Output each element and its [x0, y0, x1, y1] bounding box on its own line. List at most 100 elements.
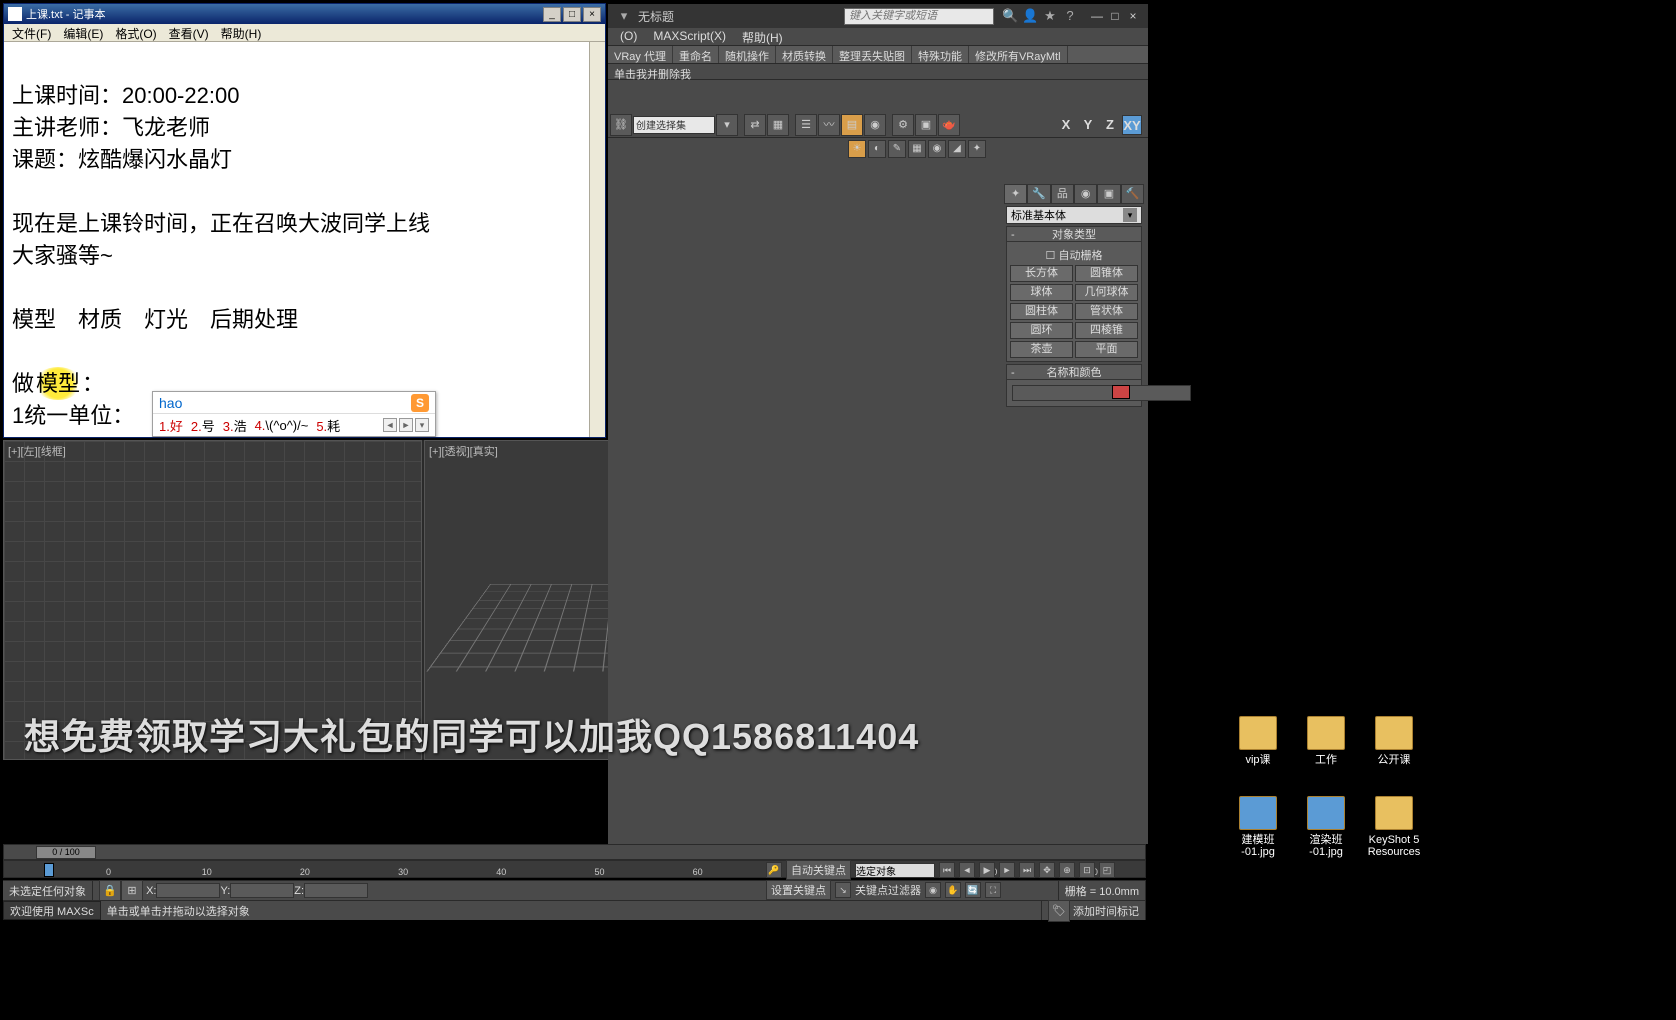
render-frame-icon[interactable]: ▣ [915, 114, 937, 136]
autokey-button[interactable]: 自动关键点 [786, 860, 851, 880]
desktop-folder[interactable]: KeyShot 5 Resources [1362, 796, 1426, 858]
obj-sphere-button[interactable]: 球体 [1010, 284, 1073, 301]
create-tab-icon[interactable]: ✦ [1004, 184, 1027, 204]
render-icon[interactable]: 🫖 [938, 114, 960, 136]
scrollbar-vertical[interactable] [589, 42, 605, 437]
obj-geosphere-button[interactable]: 几何球体 [1075, 284, 1138, 301]
nav-icon[interactable]: ⛶ [985, 882, 1001, 898]
obj-cylinder-button[interactable]: 圆柱体 [1010, 303, 1073, 320]
ime-prev-icon[interactable]: ◄ [383, 418, 397, 432]
minimize-button[interactable]: _ [543, 7, 561, 22]
menu-item[interactable]: MAXScript(X) [645, 28, 734, 45]
tab-item[interactable]: 材质转换 [776, 46, 833, 63]
tool-icon[interactable]: ◐ [868, 140, 886, 158]
obj-box-button[interactable]: 长方体 [1010, 265, 1073, 282]
nav-icon[interactable]: ✥ [1039, 862, 1055, 878]
lock-icon[interactable]: 🔒 [99, 880, 121, 902]
ime-menu-icon[interactable]: ▾ [415, 418, 429, 432]
signin-icon[interactable]: 👤 [1022, 8, 1038, 24]
display-tab-icon[interactable]: ▣ [1097, 184, 1120, 204]
layers-icon[interactable]: ☰ [795, 114, 817, 136]
trackbar-key[interactable] [44, 863, 54, 877]
key-icon[interactable]: 🔑 [766, 862, 782, 878]
ime-candidate[interactable]: 1.好 [159, 416, 183, 435]
nav-icon[interactable]: ⊡ [1079, 862, 1095, 878]
utilities-tab-icon[interactable]: 🔨 [1121, 184, 1144, 204]
axis-z[interactable]: Z [1100, 115, 1120, 135]
goto-end-icon[interactable]: ⏭ [1019, 862, 1035, 878]
tag-icon[interactable]: 🏷 [1048, 900, 1070, 922]
nav-icon[interactable]: ◉ [925, 882, 941, 898]
curve-editor-icon[interactable]: 〰 [818, 114, 840, 136]
nav-icon[interactable]: ✋ [945, 882, 961, 898]
keyfilter-button[interactable]: 关键点过滤器 [855, 882, 921, 898]
time-slider[interactable]: 0 / 100 [3, 844, 1146, 860]
menu-edit[interactable]: 编辑(E) [57, 24, 109, 41]
align-icon[interactable]: ▦ [767, 114, 789, 136]
ime-next-icon[interactable]: ► [399, 418, 413, 432]
abs-icon[interactable]: ⊞ [121, 880, 143, 902]
menu-view[interactable]: 查看(V) [163, 24, 215, 41]
tab-item[interactable]: 整理丢失贴图 [833, 46, 912, 63]
minimize-button[interactable]: — [1088, 9, 1106, 24]
tool-icon[interactable]: ▦ [908, 140, 926, 158]
obj-teapot-button[interactable]: 茶壶 [1010, 341, 1073, 358]
prev-frame-icon[interactable]: ◄ [959, 862, 975, 878]
viewport-label[interactable]: [+][左][线框] [8, 443, 66, 459]
axis-y[interactable]: Y [1078, 115, 1098, 135]
tab-item[interactable]: VRay 代理 [608, 46, 673, 63]
nav-icon[interactable]: ◰ [1099, 862, 1115, 878]
rollout-header[interactable]: 名称和颜色 [1006, 364, 1142, 380]
ime-candidate[interactable]: 4.\(^o^)/~ [255, 418, 309, 433]
object-name-input[interactable] [1012, 385, 1191, 401]
link-icon[interactable]: ⛓ [610, 114, 632, 136]
search-icon[interactable]: 🔍 [1002, 8, 1018, 24]
obj-plane-button[interactable]: 平面 [1075, 341, 1138, 358]
category-dropdown[interactable]: 标准基本体 ▾ [1006, 206, 1142, 224]
light-icon[interactable]: ☀ [848, 140, 866, 158]
app-menu-icon[interactable]: ▾ [616, 8, 632, 24]
modify-tab-icon[interactable]: 🔧 [1027, 184, 1050, 204]
schematic-icon[interactable]: ▤ [841, 114, 863, 136]
obj-pyramid-button[interactable]: 四棱锥 [1075, 322, 1138, 339]
key-filter-icon[interactable]: ↘ [835, 882, 851, 898]
desktop-folder[interactable]: vip课 [1226, 716, 1290, 766]
menu-help[interactable]: 帮助(H) [215, 24, 268, 41]
menu-file[interactable]: 文件(F) [6, 24, 57, 41]
menu-item[interactable]: (O) [612, 28, 645, 45]
desktop-image[interactable]: 渲染班 -01.jpg [1294, 796, 1358, 858]
goto-start-icon[interactable]: ⏮ [939, 862, 955, 878]
hierarchy-tab-icon[interactable]: 品 [1051, 184, 1074, 204]
mirror-icon[interactable]: ⇄ [744, 114, 766, 136]
viewport-label[interactable]: [+][透视][真实] [429, 443, 498, 459]
nav-icon[interactable]: ⊕ [1059, 862, 1075, 878]
help-icon[interactable]: ? [1062, 8, 1078, 24]
desktop-folder[interactable]: 公开课 [1362, 716, 1426, 766]
time-slider-handle[interactable]: 0 / 100 [36, 846, 96, 859]
motion-tab-icon[interactable]: ◉ [1074, 184, 1097, 204]
notepad-titlebar[interactable]: 上课.txt - 记事本 _ □ × [4, 4, 605, 24]
tab-item[interactable]: 随机操作 [719, 46, 776, 63]
next-frame-icon[interactable]: ► [999, 862, 1015, 878]
obj-torus-button[interactable]: 圆环 [1010, 322, 1073, 339]
material-icon[interactable]: ◉ [864, 114, 886, 136]
axis-xy[interactable]: XY [1122, 115, 1142, 135]
ime-candidate[interactable]: 3.浩 [223, 416, 247, 435]
render-setup-icon[interactable]: ⚙ [892, 114, 914, 136]
axis-x[interactable]: X [1056, 115, 1076, 135]
tool-icon[interactable]: ◉ [928, 140, 946, 158]
time-tag[interactable]: 🏷 添加时间标记 [1042, 901, 1146, 920]
desktop-folder[interactable]: 工作 [1294, 716, 1358, 766]
tool-icon[interactable]: ✦ [968, 140, 986, 158]
coord-z-input[interactable] [304, 883, 368, 898]
close-button[interactable]: × [1124, 9, 1142, 24]
coord-x-input[interactable] [156, 883, 220, 898]
color-swatch[interactable] [1112, 385, 1130, 399]
ime-candidate[interactable]: 5.耗 [316, 416, 340, 435]
help-search-input[interactable] [844, 8, 994, 25]
close-button[interactable]: × [583, 7, 601, 22]
keymode-dropdown[interactable] [855, 863, 935, 878]
menu-format[interactable]: 格式(O) [109, 24, 162, 41]
nav-icon[interactable]: 🔄 [965, 882, 981, 898]
rollout-header[interactable]: 对象类型 [1006, 226, 1142, 242]
